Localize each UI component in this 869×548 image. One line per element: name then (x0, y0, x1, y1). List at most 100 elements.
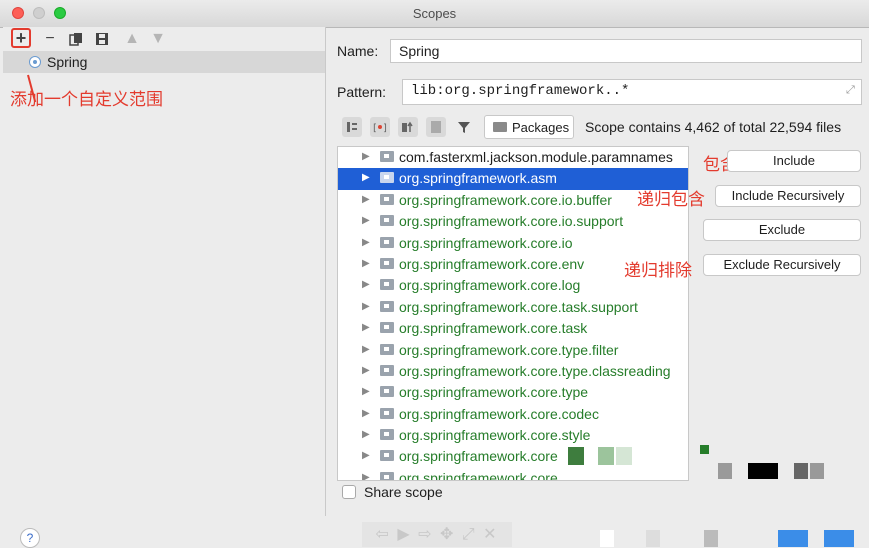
tree-row[interactable]: ▶ org.springframework.core.io (338, 233, 688, 254)
package-folder-icon (380, 471, 394, 480)
packages-label: Packages (512, 120, 570, 135)
package-folder-icon (380, 364, 394, 376)
remove-scope-button[interactable]: − (41, 30, 59, 48)
package-folder-icon (380, 236, 394, 248)
expand-arrow-icon[interactable]: ▶ (362, 344, 370, 355)
package-folder-icon (380, 215, 394, 227)
show-modules-icon[interactable]: [] (370, 117, 390, 137)
tree-row[interactable]: ▶ com.fasterxml.jackson.module.paramnames (338, 147, 688, 168)
expand-arrow-icon[interactable]: ▶ (362, 472, 370, 480)
scope-icon (29, 56, 41, 68)
expand-arrow-icon[interactable]: ▶ (362, 408, 370, 419)
package-folder-icon (380, 407, 394, 419)
tree-row[interactable]: ▶ org.springframework.core.task.support (338, 297, 688, 318)
arrow-up-icon[interactable]: ▲ (123, 30, 141, 48)
expand-arrow-icon[interactable]: ▶ (362, 237, 370, 248)
share-scope-checkbox[interactable] (342, 485, 356, 499)
tree-row-label: org.springframework.core.log (399, 277, 581, 294)
expand-arrow-icon[interactable]: ▶ (362, 215, 370, 226)
tree-row-label: org.springframework.core.type (399, 384, 589, 401)
scope-list-item[interactable]: Spring (3, 51, 325, 73)
filter-icon[interactable] (454, 117, 474, 137)
bottom-bar: ? ⇦ ▶ ⇨ ✥ ⤢ ✕ (0, 516, 869, 548)
scope-list-pane: + − ▲ ▼ Spring 添加一个自定义范围 (3, 27, 326, 516)
name-label: Name: (337, 43, 379, 59)
exclude-button[interactable]: Exclude (703, 219, 861, 241)
tree-row[interactable]: ▶ org.springframework.core.type (338, 382, 688, 403)
tree-row[interactable]: ▶ org.springframework.asm (338, 168, 688, 190)
expand-icon[interactable]: ⤢ (846, 86, 856, 97)
tree-row-label: org.springframework.core.task.support (399, 298, 638, 315)
redacted-block (616, 447, 632, 465)
expand-arrow-icon[interactable]: ▶ (362, 365, 370, 376)
redacted-block (718, 463, 732, 479)
svg-text:]: ] (383, 123, 387, 133)
expand-arrow-icon[interactable]: ▶ (362, 151, 370, 162)
package-folder-icon (380, 279, 394, 291)
name-field[interactable]: Spring (390, 39, 862, 63)
file-icon[interactable] (426, 117, 446, 137)
save-icon[interactable] (93, 30, 111, 48)
arrow-down-icon[interactable]: ▼ (149, 30, 167, 48)
expand-arrow-icon[interactable]: ▶ (362, 258, 370, 269)
tree-row-label: org.springframework.core.style (399, 427, 591, 444)
redacted-block (810, 463, 824, 479)
help-button[interactable]: ? (20, 528, 40, 548)
redacted-block (646, 530, 660, 547)
include-recursively-button[interactable]: Include Recursively (715, 185, 861, 207)
redacted-block (568, 447, 584, 465)
package-folder-icon (380, 193, 394, 205)
redacted-block (794, 463, 808, 479)
expand-arrow-icon[interactable]: ▶ (362, 172, 370, 183)
expand-arrow-icon[interactable]: ▶ (362, 322, 370, 333)
package-folder-icon (380, 172, 394, 184)
expand-arrow-icon[interactable]: ▶ (362, 301, 370, 312)
redacted-block (704, 530, 718, 547)
tree-row-label: org.springframework.core (399, 448, 558, 465)
flatten-packages-icon[interactable] (342, 117, 362, 137)
packages-dropdown[interactable]: Packages (484, 115, 574, 139)
tree-row-label: org.springframework.core.codec (399, 405, 599, 422)
include-button[interactable]: Include (727, 150, 861, 172)
title-bar: Scopes (0, 0, 869, 28)
exclude-recursively-annotation: 递归排除 (624, 261, 692, 281)
tree-row[interactable]: ▶ org.springframework.core.style (338, 425, 688, 446)
pattern-field[interactable]: lib:org.springframework..* ⤢ (402, 79, 862, 105)
include-recursively-annotation: 递归包含 (637, 190, 705, 210)
expand-arrow-icon[interactable]: ▶ (362, 386, 370, 397)
tree-row[interactable]: ▶ org.springframework.core.codec (338, 404, 688, 425)
exclude-recursively-button[interactable]: Exclude Recursively (703, 254, 861, 276)
tree-row[interactable]: ▶ org.springframework.core.io.buffer (338, 190, 688, 211)
expand-arrow-icon[interactable]: ▶ (362, 429, 370, 440)
package-folder-icon (380, 429, 394, 441)
tree-row[interactable]: ▶ org.springframework.core.task (338, 318, 688, 339)
package-folder-icon (380, 450, 394, 462)
tree-row-label: org.springframework.core.task (399, 320, 588, 337)
add-scope-button[interactable]: + (11, 28, 31, 48)
tree-row-label: org.springframework.core.io.support (399, 213, 624, 230)
redacted-block (598, 447, 614, 465)
package-folder-icon (380, 257, 394, 269)
expand-arrow-icon[interactable]: ▶ (362, 194, 370, 205)
folder-icon (493, 122, 507, 132)
expand-arrow-icon[interactable]: ▶ (362, 450, 370, 461)
scope-list-item-label: Spring (47, 54, 88, 70)
tree-row[interactable]: ▶ org.springframework.core.type.classread… (338, 361, 688, 382)
tree-row[interactable]: ▶ org.springframework.core.type.filter (338, 340, 688, 361)
svg-text:[: [ (373, 123, 377, 133)
copy-icon[interactable] (67, 30, 85, 48)
group-by-icon[interactable] (398, 117, 418, 137)
package-folder-icon (380, 386, 394, 398)
package-folder-icon (380, 322, 394, 334)
tree-row-label: org.springframework.core (399, 469, 558, 481)
window-title: Scopes (412, 6, 457, 21)
tree-row-label: org.springframework.core.env (399, 255, 585, 272)
scope-list-toolbar: + − ▲ ▼ (7, 27, 327, 51)
tree-row-label: org.springframework.core.type.filter (399, 341, 619, 358)
expand-arrow-icon[interactable]: ▶ (362, 279, 370, 290)
tree-row[interactable]: ▶ org.springframework.core.io.support (338, 211, 688, 232)
tree-row[interactable]: ▶ org.springframework.core (338, 446, 688, 467)
add-scope-annotation: 添加一个自定义范围 (10, 90, 163, 110)
tree-row[interactable]: ▶ org.springframework.core (338, 468, 688, 481)
navigation-icons: ⇦ ▶ ⇨ ✥ ⤢ ✕ (362, 522, 512, 547)
